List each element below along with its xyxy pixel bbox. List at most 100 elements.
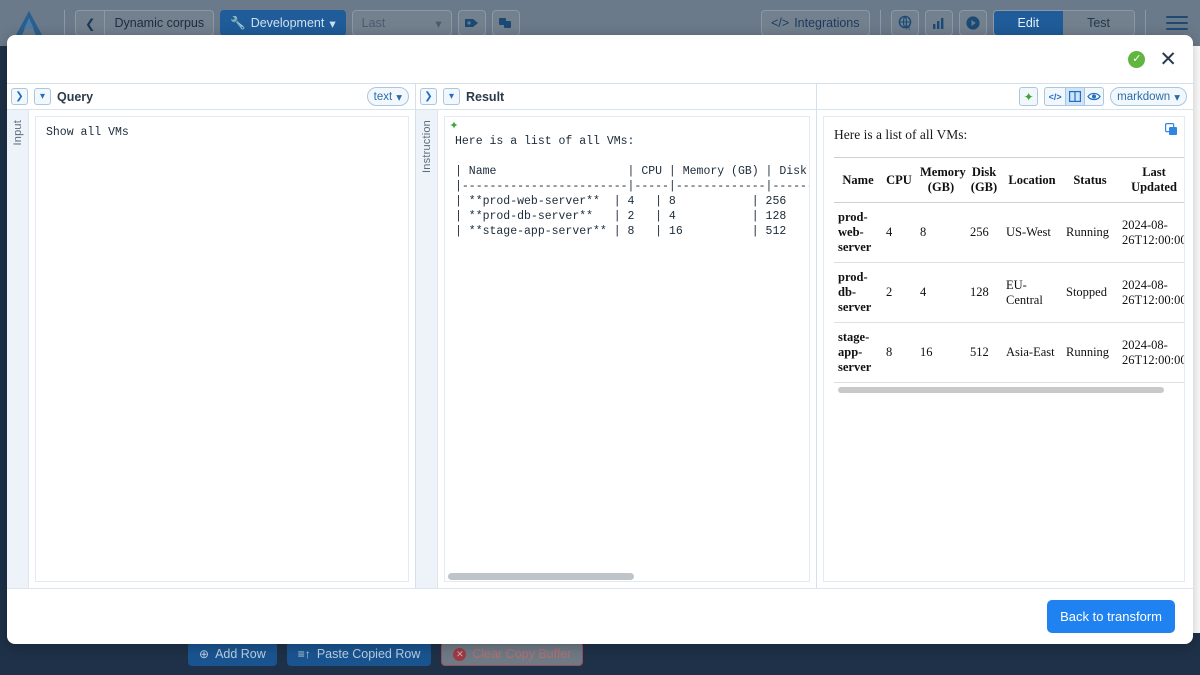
rendered-intro-text: Here is a list of all VMs: xyxy=(834,127,1174,143)
cell-disk: 256 xyxy=(966,203,1002,263)
add-row-button[interactable]: ⊕ Add Row xyxy=(188,642,277,666)
cell-location: US-West xyxy=(1002,203,1062,263)
col-last-updated: Last Updated xyxy=(1118,158,1185,203)
vm-table: Name CPU Memory (GB) Disk (GB) Location … xyxy=(834,157,1185,383)
close-icon[interactable]: ✕ xyxy=(1159,49,1177,70)
divider xyxy=(880,10,881,36)
col-name: Name xyxy=(834,158,882,203)
col-location: Location xyxy=(1002,158,1062,203)
cell-last-updated: 2024-08-26T12:00:00Z xyxy=(1118,203,1185,263)
project-name[interactable]: Dynamic corpus xyxy=(105,10,214,36)
cell-last-updated: 2024-08-26T12:00:00Z xyxy=(1118,263,1185,323)
instruction-editor-content[interactable]: Here is a list of all VMs: | Name | CPU … xyxy=(445,117,809,572)
instruction-hscrollbar[interactable] xyxy=(445,572,809,581)
app-logo[interactable] xyxy=(12,8,46,38)
view-mode-group: </> xyxy=(1044,87,1104,106)
query-rail: Input xyxy=(7,110,29,588)
modal-footer: Back to transform xyxy=(7,588,1193,644)
table-hscrollbar[interactable] xyxy=(834,387,1174,393)
result-pane-title: Result xyxy=(466,90,504,104)
cell-name: stage-app-server xyxy=(834,323,882,383)
table-row: stage-app-server 8 16 512 Asia-East Runn… xyxy=(834,323,1185,383)
chevron-down-icon[interactable]: ▾ xyxy=(443,88,460,105)
chevron-down-icon[interactable]: ▾ xyxy=(34,88,51,105)
chevron-right-icon[interactable]: ❯ xyxy=(420,88,437,105)
paste-row-label: Paste Copied Row xyxy=(317,647,421,661)
svg-text:R: R xyxy=(906,26,911,31)
rendered-format-value: markdown xyxy=(1117,91,1170,103)
chevron-down-icon: ▾ xyxy=(1174,90,1180,104)
col-memory: Memory (GB) xyxy=(916,158,966,203)
code-view-icon[interactable]: </> xyxy=(1044,87,1066,106)
chevron-down-icon: ▾ xyxy=(396,90,402,104)
instruction-pane-body: Instruction ✦ Here is a list of all VMs:… xyxy=(416,110,816,588)
clear-buffer-label: Clear Copy Buffer xyxy=(472,647,571,661)
cell-cpu: 8 xyxy=(882,323,916,383)
back-to-transform-button[interactable]: Back to transform xyxy=(1047,600,1175,633)
back-button[interactable]: ❮ xyxy=(75,10,105,36)
clear-copy-buffer-button[interactable]: ✕ Clear Copy Buffer xyxy=(441,642,583,666)
integrations-label: Integrations xyxy=(794,16,859,30)
table-header-row: Name CPU Memory (GB) Disk (GB) Location … xyxy=(834,158,1185,203)
modal-header: ✓ ✕ xyxy=(7,35,1193,83)
cell-status: Running xyxy=(1062,203,1118,263)
plus-circle-icon: ⊕ xyxy=(199,647,209,661)
table-row: prod-web-server 4 8 256 US-West Running … xyxy=(834,203,1185,263)
instruction-pane-header: ❯ ▾ Result xyxy=(416,84,816,110)
sparkle-icon[interactable]: ✦ xyxy=(446,118,462,132)
branch-label: Development xyxy=(251,16,325,30)
copy-tags-button[interactable] xyxy=(492,10,520,36)
project-name-label: Dynamic corpus xyxy=(114,16,204,30)
code-icon: </> xyxy=(771,16,789,30)
query-editor[interactable]: Show all VMs xyxy=(35,116,409,582)
query-editor-content[interactable]: Show all VMs xyxy=(36,117,408,581)
branch-selector[interactable]: 🔧 Development ▾ xyxy=(220,10,346,36)
integrations-button[interactable]: </> Integrations xyxy=(761,10,869,36)
cell-disk: 512 xyxy=(966,323,1002,383)
cell-last-updated: 2024-08-26T12:00:00Z xyxy=(1118,323,1185,383)
tab-edit[interactable]: Edit xyxy=(994,11,1064,35)
cell-disk: 128 xyxy=(966,263,1002,323)
divider xyxy=(1145,10,1146,36)
bar-chart-button[interactable] xyxy=(925,10,953,36)
add-tag-button[interactable] xyxy=(458,10,486,36)
paste-copied-row-button[interactable]: ≡↑ Paste Copied Row xyxy=(287,642,432,666)
query-pane-header: ❯ ▾ Query text ▾ xyxy=(7,84,415,110)
version-selector[interactable]: Last ▾ xyxy=(352,10,452,36)
instruction-rail: Instruction xyxy=(416,110,438,588)
mode-switch[interactable]: Edit Test xyxy=(993,10,1135,36)
sparkle-icon[interactable]: ✦ xyxy=(1019,87,1038,106)
tab-test[interactable]: Test xyxy=(1063,11,1134,35)
rendered-pane-body: Here is a list of all VMs: Name CPU Memo… xyxy=(817,110,1193,588)
rendered-format-select[interactable]: markdown ▾ xyxy=(1110,87,1187,106)
col-status: Status xyxy=(1062,158,1118,203)
chevron-right-icon[interactable]: ❯ xyxy=(11,88,28,105)
cell-location: Asia-East xyxy=(1002,323,1062,383)
divider xyxy=(64,10,65,36)
query-pane-title: Query xyxy=(57,90,93,104)
play-button[interactable] xyxy=(959,10,987,36)
rendered-pane: ✦ </> markdown ▾ xyxy=(817,84,1193,588)
eye-preview-icon[interactable] xyxy=(1085,87,1104,106)
cell-status: Running xyxy=(1062,323,1118,383)
query-format-select[interactable]: text ▾ xyxy=(367,87,409,106)
chevron-down-icon: ▾ xyxy=(435,16,441,31)
instruction-editor[interactable]: ✦ Here is a list of all VMs: | Name | CP… xyxy=(444,116,810,582)
paste-icon: ≡↑ xyxy=(298,647,311,661)
result-modal: ✓ ✕ ❯ ▾ Query text ▾ Input Show all VMs xyxy=(7,35,1193,644)
table-row: prod-db-server 2 4 128 EU-Central Stoppe… xyxy=(834,263,1185,323)
cell-cpu: 2 xyxy=(882,263,916,323)
wrench-icon: 🔧 xyxy=(230,16,246,31)
query-pane: ❯ ▾ Query text ▾ Input Show all VMs xyxy=(7,84,416,588)
hamburger-menu-icon[interactable] xyxy=(1166,12,1188,34)
globe-search-button[interactable]: R xyxy=(891,10,919,36)
panes-container: ❯ ▾ Query text ▾ Input Show all VMs xyxy=(7,83,1193,588)
version-label: Last xyxy=(362,16,386,30)
col-disk: Disk (GB) xyxy=(966,158,1002,203)
copy-icon[interactable] xyxy=(1165,123,1178,136)
chevron-left-icon: ❮ xyxy=(85,16,95,31)
rendered-markdown: Here is a list of all VMs: Name CPU Memo… xyxy=(823,116,1185,582)
cell-memory: 8 xyxy=(916,203,966,263)
query-rail-label: Input xyxy=(12,120,24,145)
split-view-icon[interactable] xyxy=(1066,87,1085,106)
